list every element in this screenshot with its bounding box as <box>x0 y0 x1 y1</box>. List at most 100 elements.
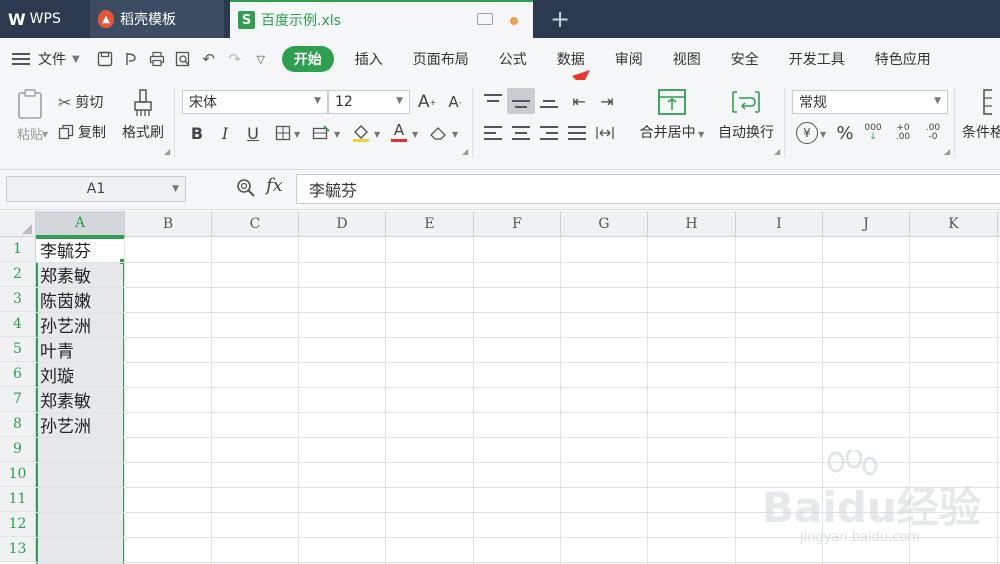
align-left-icon[interactable] <box>482 122 504 144</box>
align-right-icon[interactable] <box>538 122 560 144</box>
tab-review[interactable]: 审阅 <box>600 46 658 72</box>
tab-home[interactable]: 开始 <box>281 46 334 72</box>
clipboard-launcher-icon[interactable]: ◢ <box>164 147 170 156</box>
tab-template[interactable]: ▲ 稻壳模板 <box>90 0 224 38</box>
cell-a6[interactable]: 刘璇 <box>40 362 74 387</box>
formula-input[interactable]: 李毓芬 <box>296 174 1000 204</box>
wrap-text-button[interactable]: 自动换行 <box>716 88 776 142</box>
distribute-icon[interactable] <box>594 122 616 144</box>
paste-chevron-icon[interactable]: ▼ <box>42 130 48 139</box>
column-header-d[interactable]: D <box>299 211 386 237</box>
cell-a3[interactable]: 陈茵嫩 <box>40 287 91 312</box>
column-header-j[interactable]: J <box>823 211 910 237</box>
row-header-9[interactable]: 9 <box>0 437 36 462</box>
print-preview-icon[interactable] <box>170 46 196 72</box>
output-pdf-icon[interactable] <box>118 46 144 72</box>
new-tab-button[interactable]: + <box>538 0 582 38</box>
increase-indent-icon[interactable]: ⇥ <box>596 90 618 112</box>
tab-insert[interactable]: 插入 <box>340 46 398 72</box>
merge-chevron-icon[interactable]: ▼ <box>696 130 704 139</box>
cell-a4[interactable]: 孙艺洲 <box>40 312 91 337</box>
row-header-7[interactable]: 7 <box>0 387 36 412</box>
thousands-icon[interactable]: 000 ↓ <box>862 122 884 144</box>
tab-page-layout[interactable]: 页面布局 <box>398 46 484 72</box>
row-header-2[interactable]: 2 <box>0 262 36 287</box>
row-header-11[interactable]: 11 <box>0 487 36 512</box>
percent-icon[interactable]: % <box>834 122 856 144</box>
column-header-i[interactable]: I <box>736 211 823 237</box>
align-middle-icon[interactable] <box>507 88 535 114</box>
tab-security[interactable]: 安全 <box>716 46 774 72</box>
cell-a1[interactable]: 李毓芬 <box>40 237 91 262</box>
tab-special[interactable]: 特色应用 <box>860 46 946 72</box>
column-header-a[interactable]: A <box>36 211 125 237</box>
italic-icon[interactable]: I <box>214 122 236 144</box>
number-format-select[interactable]: 常规 ▼ <box>792 90 948 114</box>
row-header-10[interactable]: 10 <box>0 462 36 487</box>
customize-quick-access-icon[interactable]: ▽ <box>248 46 274 72</box>
row-header-3[interactable]: 3 <box>0 287 36 312</box>
tab-view[interactable]: 视图 <box>658 46 716 72</box>
name-box[interactable]: A1 ▼ <box>6 176 186 202</box>
increase-font-icon[interactable]: A + <box>416 91 438 113</box>
font-name-select[interactable]: 宋体 ▼ <box>182 90 328 114</box>
column-header-h[interactable]: H <box>648 211 736 237</box>
decrease-font-icon[interactable]: A- <box>444 91 466 113</box>
number-launcher-icon[interactable]: ◢ <box>944 147 950 156</box>
insert-function-icon[interactable]: fx <box>266 175 283 196</box>
row-header-13[interactable]: 13 <box>0 537 36 562</box>
tab-formulas[interactable]: 公式 <box>484 46 542 72</box>
border-chevron-icon[interactable]: ▼ <box>294 130 300 139</box>
column-header-f[interactable]: F <box>474 211 561 237</box>
merge-center-button[interactable]: 合并居中 ▼ <box>636 88 708 142</box>
cell-a5[interactable]: 叶青 <box>40 337 74 362</box>
print-icon[interactable] <box>144 46 170 72</box>
save-icon[interactable] <box>92 46 118 72</box>
row-header-4[interactable]: 4 <box>0 312 36 337</box>
underline-icon[interactable]: U <box>242 122 264 144</box>
column-header-c[interactable]: C <box>212 211 299 237</box>
decrease-decimal-icon[interactable]: .00 -0 <box>922 122 944 144</box>
align-center-icon[interactable] <box>510 122 532 144</box>
zoom-icon[interactable] <box>236 178 256 202</box>
bold-icon[interactable]: B <box>186 122 208 144</box>
cell-style-chevron-icon[interactable]: ▼ <box>334 130 340 139</box>
format-painter-button[interactable]: 格式刷 <box>120 88 166 142</box>
font-launcher-icon[interactable]: ◢ <box>462 147 468 156</box>
monitor-icon[interactable] <box>477 13 493 25</box>
column-header-g[interactable]: G <box>561 211 648 237</box>
row-header-8[interactable]: 8 <box>0 412 36 437</box>
cell-a7[interactable]: 郑素敏 <box>40 387 91 412</box>
font-color-icon[interactable]: A <box>388 120 410 142</box>
font-color-chevron-icon[interactable]: ▼ <box>412 130 418 139</box>
undo-icon[interactable]: ↶ <box>196 46 222 72</box>
fill-color-chevron-icon[interactable]: ▼ <box>374 130 380 139</box>
alignment-launcher-icon[interactable]: ◢ <box>774 147 780 156</box>
copy-button[interactable]: 复制 <box>58 122 106 142</box>
cell-a8[interactable]: 孙艺洲 <box>40 412 91 437</box>
column-header-e[interactable]: E <box>386 211 474 237</box>
border-icon[interactable] <box>272 122 294 144</box>
align-top-icon[interactable] <box>482 90 504 112</box>
cell-style-icon[interactable] <box>310 122 332 144</box>
currency-icon[interactable]: ¥ <box>796 122 818 144</box>
cell-a2[interactable]: 郑素敏 <box>40 262 91 287</box>
clear-chevron-icon[interactable]: ▼ <box>452 130 458 139</box>
tab-wps-home[interactable]: W WPS <box>0 0 88 38</box>
cut-button[interactable]: ✂ 剪切 <box>58 92 103 112</box>
tab-developer[interactable]: 开发工具 <box>774 46 860 72</box>
increase-decimal-icon[interactable]: +0.00 <box>892 122 914 144</box>
justify-icon[interactable] <box>566 122 588 144</box>
currency-chevron-icon[interactable]: ▼ <box>820 130 826 139</box>
row-header-1[interactable]: 1 <box>0 237 36 262</box>
align-bottom-icon[interactable] <box>538 90 560 112</box>
row-header-5[interactable]: 5 <box>0 337 36 362</box>
redo-icon[interactable]: ↷ <box>222 46 248 72</box>
column-header-k[interactable]: K <box>910 211 998 237</box>
file-menu[interactable]: 文件 ▼ <box>0 38 92 80</box>
decrease-indent-icon[interactable]: ⇤ <box>568 90 590 112</box>
row-header-12[interactable]: 12 <box>0 512 36 537</box>
fill-color-icon[interactable] <box>350 122 372 144</box>
conditional-format-button[interactable]: 条件格 <box>962 88 1000 142</box>
eraser-icon[interactable] <box>428 122 450 144</box>
